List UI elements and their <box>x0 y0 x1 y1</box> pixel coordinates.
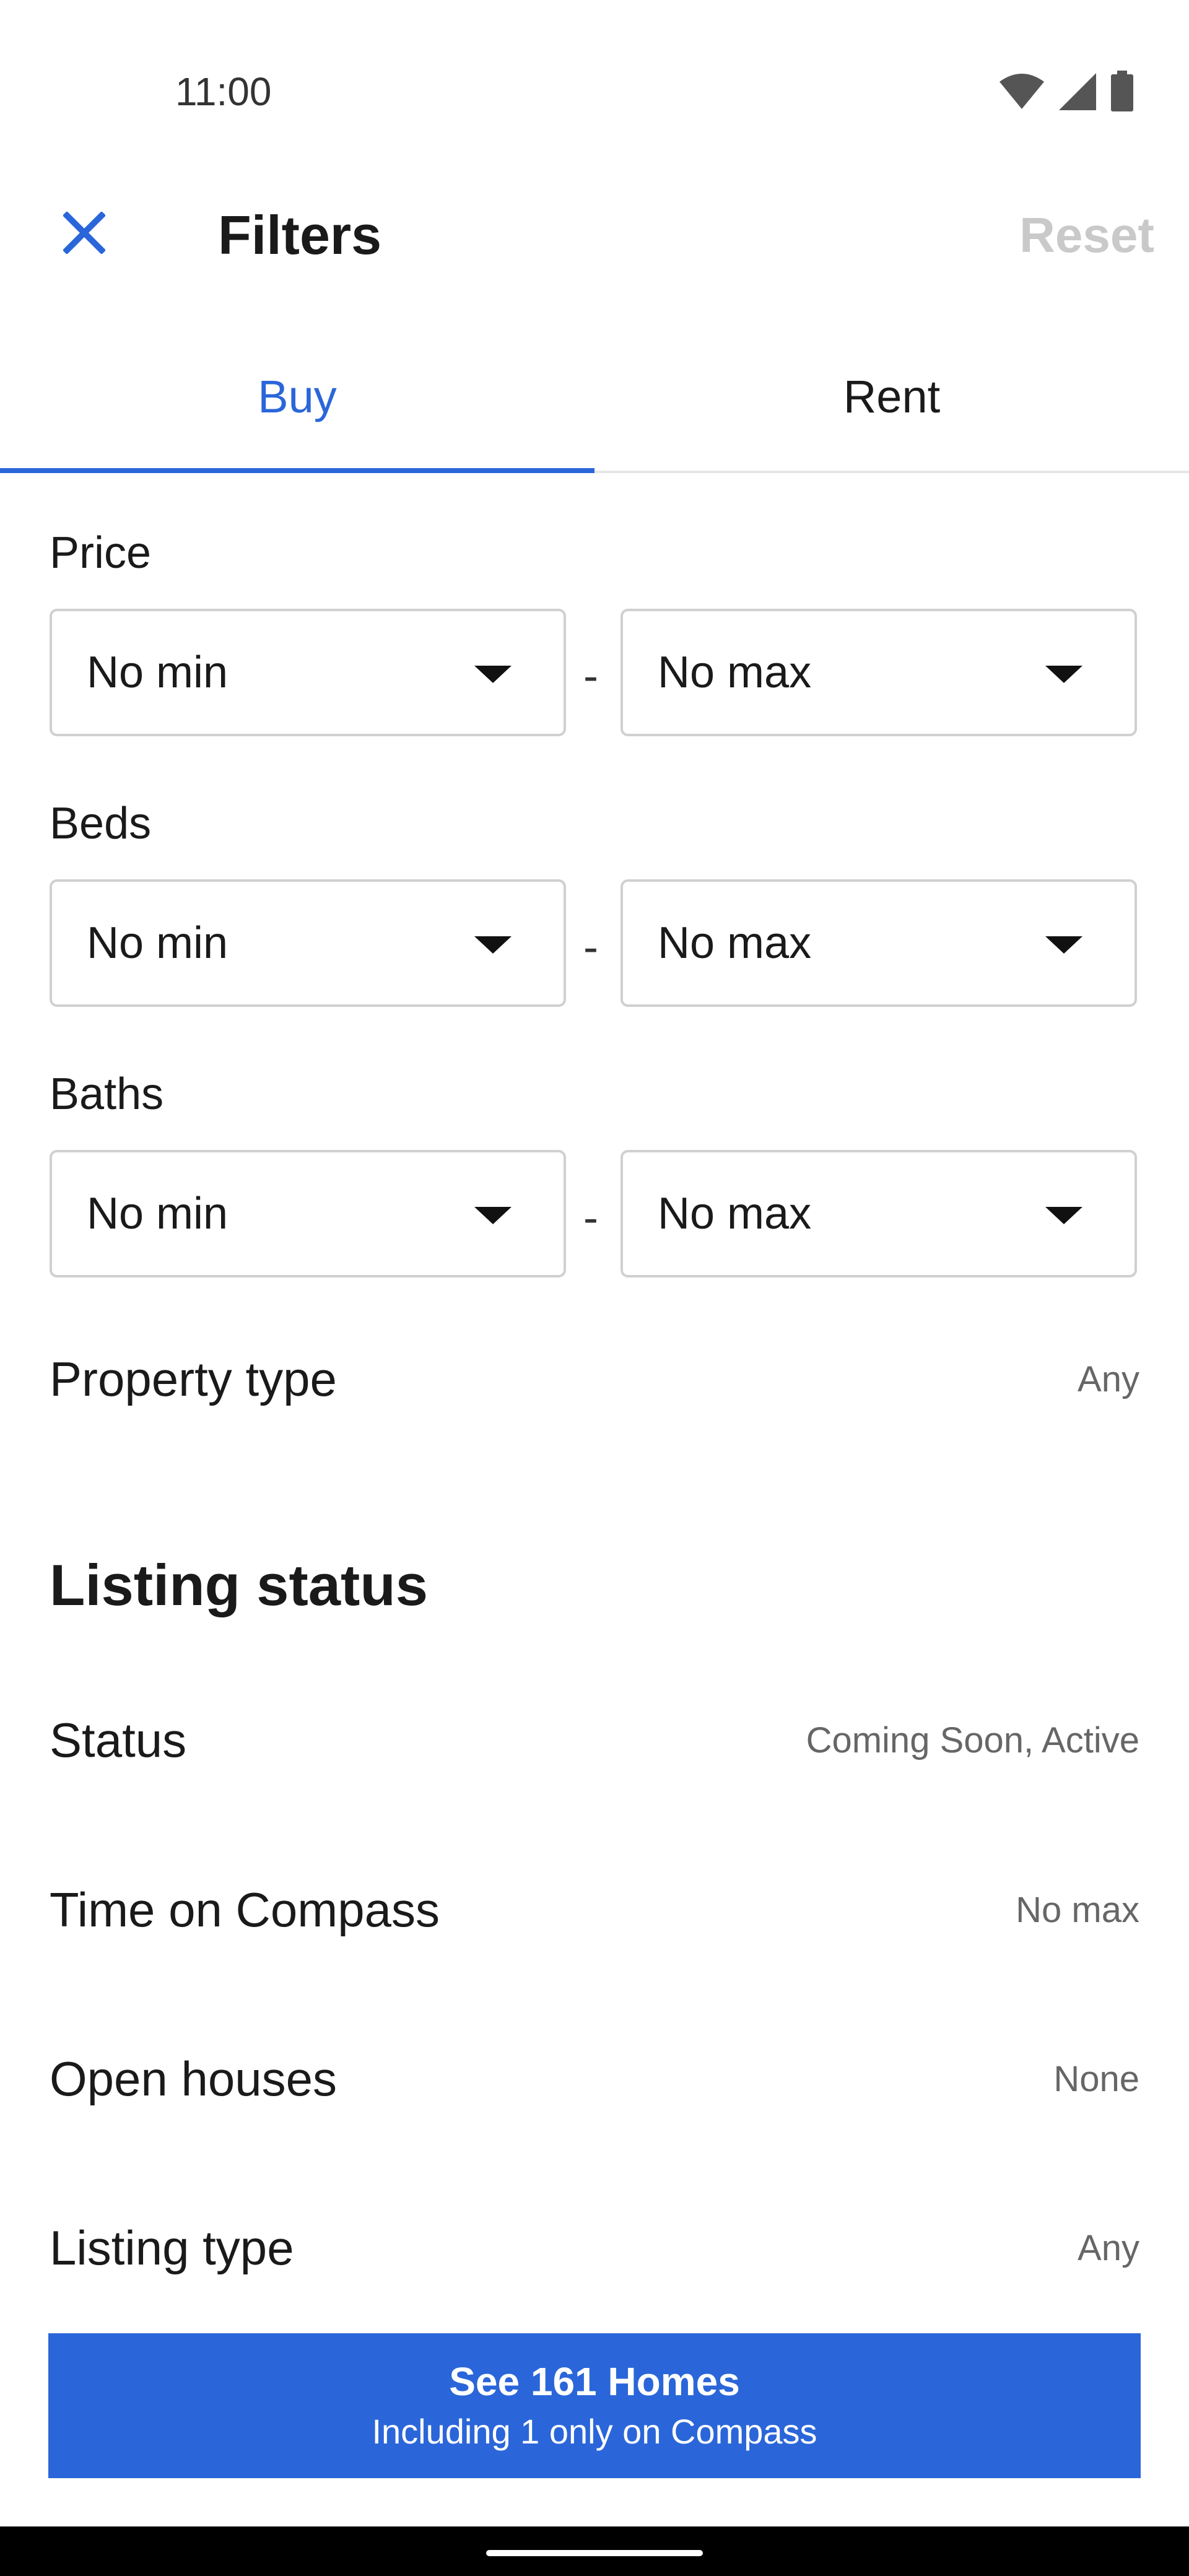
see-homes-subtext: Including 1 only on Compass <box>372 2412 817 2451</box>
wifi-icon <box>1000 74 1044 109</box>
open-houses-row[interactable]: Open houses None <box>50 2017 1139 2141</box>
price-max-value: No max <box>658 648 812 697</box>
price-range-separator: - <box>583 651 598 701</box>
caret-down-icon <box>1045 666 1082 683</box>
status-time: 11:00 <box>175 69 272 114</box>
reset-button[interactable]: Reset <box>1019 204 1154 266</box>
price-max-dropdown[interactable]: No max <box>621 609 1137 736</box>
status-label: Status <box>50 1712 187 1767</box>
price-min-value: No min <box>87 648 229 697</box>
open-houses-value: None <box>1053 2058 1139 2099</box>
caret-down-icon <box>474 1207 512 1224</box>
baths-min-dropdown[interactable]: No min <box>50 1150 566 1277</box>
open-houses-label: Open houses <box>50 2051 338 2106</box>
baths-label: Baths <box>50 1069 164 1119</box>
listing-type-value: Any <box>1078 2227 1139 2268</box>
home-indicator[interactable] <box>486 2550 703 2556</box>
tab-bar: Buy Rent <box>0 322 1189 473</box>
time-on-compass-value: No max <box>1016 1889 1139 1930</box>
listing-type-label: Listing type <box>50 2220 294 2275</box>
caret-down-icon <box>474 666 512 683</box>
beds-range-separator: - <box>583 923 598 972</box>
beds-min-dropdown[interactable]: No min <box>50 879 566 1007</box>
caret-down-icon <box>1045 1207 1082 1224</box>
baths-min-value: No min <box>87 1189 229 1238</box>
baths-max-dropdown[interactable]: No max <box>621 1150 1137 1277</box>
time-on-compass-label: Time on Compass <box>50 1882 440 1937</box>
caret-down-icon <box>474 936 512 954</box>
time-on-compass-row[interactable]: Time on Compass No max <box>50 1848 1139 1972</box>
property-type-row[interactable]: Property type Any <box>50 1317 1139 1441</box>
price-label: Price <box>50 528 152 578</box>
property-type-label: Property type <box>50 1351 337 1406</box>
baths-range-separator: - <box>583 1193 598 1243</box>
property-type-value: Any <box>1078 1359 1139 1399</box>
see-homes-button[interactable]: See 161 Homes Including 1 only on Compas… <box>48 2333 1141 2478</box>
beds-max-dropdown[interactable]: No max <box>621 879 1137 1007</box>
status-value: Coming Soon, Active <box>806 1720 1139 1760</box>
beds-min-value: No min <box>87 918 229 968</box>
listing-status-heading: Listing status <box>50 1552 429 1617</box>
price-min-dropdown[interactable]: No min <box>50 609 566 736</box>
beds-max-value: No max <box>658 918 812 968</box>
status-row[interactable]: Status Coming Soon, Active <box>50 1678 1139 1802</box>
baths-max-value: No max <box>658 1189 812 1238</box>
battery-icon <box>1111 71 1133 111</box>
close-button[interactable] <box>50 198 119 268</box>
listing-type-row[interactable]: Listing type Any <box>50 2186 1139 2310</box>
tab-rent[interactable]: Rent <box>594 322 1189 471</box>
caret-down-icon <box>1045 936 1082 954</box>
page-title: Filters <box>218 204 382 266</box>
status-icons <box>998 69 1135 114</box>
signal-icon <box>1059 73 1096 110</box>
beds-label: Beds <box>50 799 152 848</box>
see-homes-count-text: See 161 Homes <box>449 2359 740 2404</box>
tab-buy[interactable]: Buy <box>0 322 594 473</box>
close-icon <box>63 212 105 254</box>
